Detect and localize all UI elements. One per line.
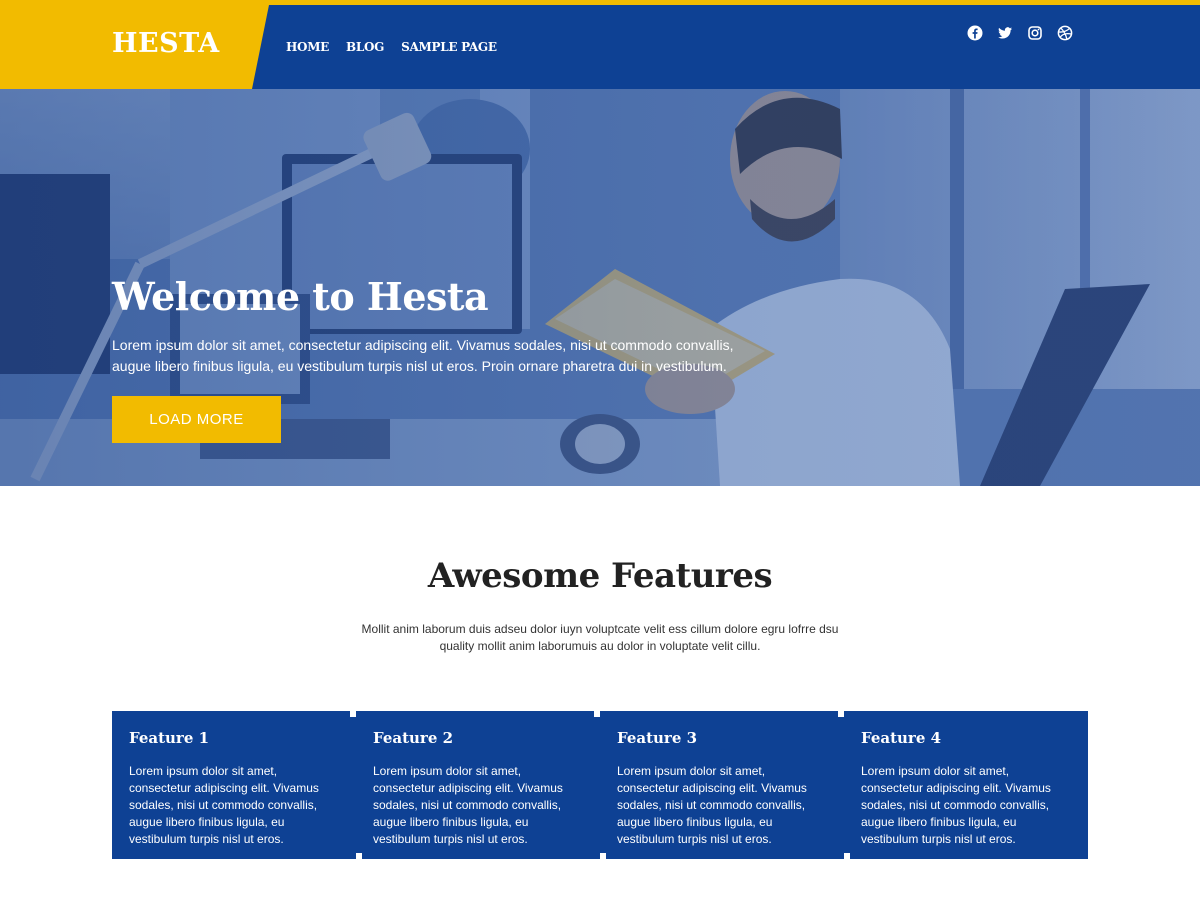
card-divider-notch — [844, 853, 850, 859]
feature-card-4: Feature 4 Lorem ipsum dolor sit amet, co… — [844, 711, 1088, 859]
feature-card-1: Feature 1 Lorem ipsum dolor sit amet, co… — [112, 711, 356, 859]
card-divider-notch — [600, 853, 606, 859]
instagram-icon[interactable] — [1027, 25, 1043, 41]
nav-sample-page[interactable]: SAMPLE PAGE — [401, 40, 497, 54]
hero-title: Welcome to Hesta — [112, 274, 489, 319]
card-divider-notch — [838, 711, 844, 717]
feature-title: Feature 4 — [861, 729, 942, 747]
site-logo[interactable]: HESTA — [112, 28, 220, 59]
main-nav: HOME BLOG SAMPLE PAGE — [286, 40, 497, 54]
facebook-icon[interactable] — [967, 25, 983, 41]
feature-title: Feature 3 — [617, 729, 698, 747]
hero-text: Lorem ipsum dolor sit amet, consectetur … — [112, 337, 734, 374]
features-subtitle: Mollit anim laborum duis adseu dolor iuy… — [361, 622, 839, 653]
features-grid: Feature 1 Lorem ipsum dolor sit amet, co… — [112, 711, 1088, 861]
load-more-button[interactable]: LOAD MORE — [112, 396, 281, 443]
feature-text: Lorem ipsum dolor sit amet, consectetur … — [861, 764, 1051, 846]
nav-home[interactable]: HOME — [286, 40, 329, 54]
feature-title: Feature 1 — [129, 729, 210, 747]
card-divider-notch — [350, 711, 356, 717]
social-links — [967, 25, 1073, 41]
feature-text: Lorem ipsum dolor sit amet, consectetur … — [129, 764, 319, 846]
twitter-icon[interactable] — [997, 25, 1013, 41]
feature-card-3: Feature 3 Lorem ipsum dolor sit amet, co… — [600, 711, 844, 859]
dribbble-icon[interactable] — [1057, 25, 1073, 41]
card-divider-notch — [356, 853, 362, 859]
card-divider-notch — [594, 711, 600, 717]
hero-section: Welcome to Hesta Lorem ipsum dolor sit a… — [0, 89, 1200, 486]
feature-text: Lorem ipsum dolor sit amet, consectetur … — [373, 764, 563, 846]
nav-blog[interactable]: BLOG — [346, 40, 384, 54]
feature-title: Feature 2 — [373, 729, 454, 747]
feature-text: Lorem ipsum dolor sit amet, consectetur … — [617, 764, 807, 846]
features-title: Awesome Features — [427, 556, 773, 596]
site-header: HESTA HOME BLOG SAMPLE PAGE — [0, 0, 1200, 89]
feature-card-2: Feature 2 Lorem ipsum dolor sit amet, co… — [356, 711, 600, 859]
